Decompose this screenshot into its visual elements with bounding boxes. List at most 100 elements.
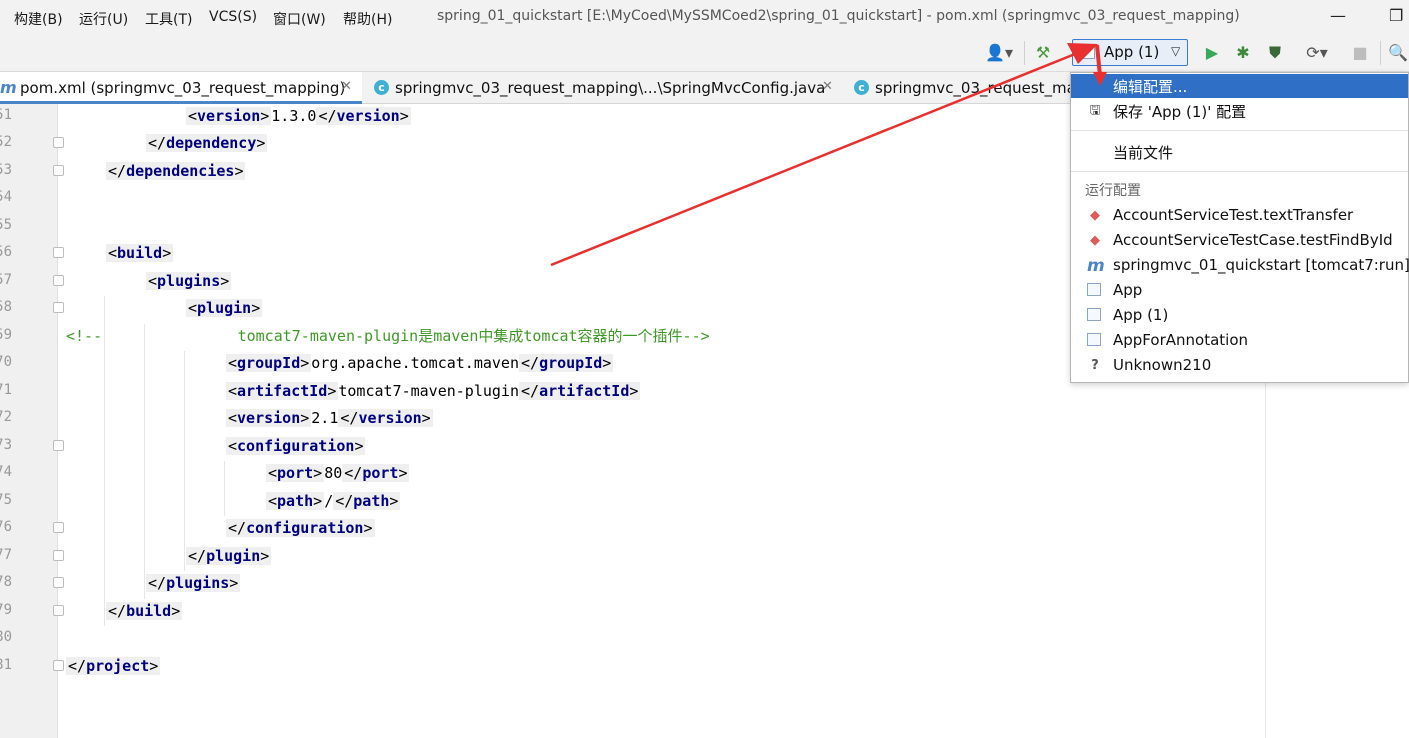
run-config-dropdown: 编辑配置... 🖫 保存 'App (1)' 配置 当前文件 运行配置 ◆ Ac… [1070,72,1409,383]
toolbar-separator [1380,41,1381,65]
edit-configurations-item[interactable]: 编辑配置... [1071,74,1408,98]
application-icon [1087,283,1101,296]
save-configuration-item[interactable]: 🖫 保存 'App (1)' 配置 [1071,99,1408,123]
indent-guide [224,461,225,516]
tab-label: pom.xml (springmvc_03_request_mapping) [20,79,346,97]
code-line: </configuration> [226,519,375,537]
run-icon[interactable]: ▶ [1202,43,1222,63]
config-item[interactable]: App (1) [1071,304,1408,328]
menu-vcs[interactable]: VCS(S) [209,9,257,25]
run-config-combo[interactable]: App (1) ▽ [1072,39,1188,66]
fold-marker-icon[interactable] [53,302,64,313]
line-number: 55 [0,217,12,233]
toolbar-separator [1024,41,1025,65]
line-number: 75 [0,492,12,508]
fold-marker-icon[interactable] [53,577,64,588]
line-number: 70 [0,354,12,370]
application-icon [1079,46,1095,59]
fold-marker-icon[interactable] [53,137,64,148]
stop-icon[interactable]: ■ [1350,43,1370,63]
window-title: spring_01_quickstart [E:\MyCoed\MySSMCoe… [437,8,1240,24]
tab-label: springmvc_03_request_mapping [875,79,1076,97]
line-number: 74 [0,464,12,480]
build-hammer-icon[interactable]: ⚒ [1033,43,1053,63]
line-number: 77 [0,547,12,563]
class-icon: c [854,80,869,95]
line-number: 76 [0,519,12,535]
line-number: 52 [0,134,12,150]
menu-help[interactable]: 帮助(H) [343,9,392,29]
fold-marker-icon[interactable] [53,165,64,176]
config-item[interactable]: ◆ AccountServiceTest.textTransfer [1071,204,1408,228]
section-title: 运行配置 [1085,183,1141,199]
unknown-icon: ? [1091,358,1099,373]
code-line: </plugins> [146,574,241,592]
menu-window[interactable]: 窗口(W) [273,9,326,29]
code-line: <configuration> [226,437,366,455]
line-number: 53 [0,162,12,178]
line-number: 59 [0,327,12,343]
fold-marker-icon[interactable] [53,275,64,286]
line-number: 73 [0,437,12,453]
line-number: 58 [0,299,12,315]
current-file-item[interactable]: 当前文件 [1071,140,1408,164]
ide-window: 构建(B) 运行(U) 工具(T) VCS(S) 窗口(W) 帮助(H) spr… [0,0,1409,738]
toolbar: 👤▾ ⚒ App (1) ▽ ▶ ✱ ⛊ ⟳▾ ■ 🔍 [0,35,1409,72]
debug-icon[interactable]: ✱ [1233,43,1253,63]
menu-run[interactable]: 运行(U) [79,9,128,29]
line-gutter: 51 52 53 54 55 56 57 58 59 70 71 72 73 7… [0,104,64,738]
line-number: 79 [0,602,12,618]
code-line: <port> 80 </port> [266,464,410,482]
fold-marker-icon[interactable] [53,522,64,533]
tab-pom-xml[interactable]: m pom.xml (springmvc_03_request_mapping)… [0,72,362,104]
tab-springmvc-03[interactable]: c springmvc_03_request_mapping [846,72,1076,104]
fold-marker-icon[interactable] [53,247,64,258]
indent-guide [184,351,185,571]
code-line: <plugin> [186,299,263,317]
code-line: <build> [106,244,174,262]
test-icon: ◆ [1090,233,1100,248]
coverage-icon[interactable]: ⛊ [1265,43,1285,63]
line-number: 80 [0,629,12,645]
fold-marker-icon[interactable] [53,660,64,671]
fold-marker-icon[interactable] [53,440,64,451]
application-icon [1087,333,1101,346]
menu-build[interactable]: 构建(B) [14,9,63,29]
minimize-icon[interactable]: — [1330,6,1346,25]
profile-icon[interactable]: ⟳▾ [1297,43,1337,63]
line-number: 57 [0,272,12,288]
restore-icon[interactable]: ❐ [1389,6,1403,25]
config-item[interactable]: App [1071,279,1408,303]
menu-separator [1071,171,1408,172]
close-icon[interactable]: ✕ [341,79,352,94]
menu-tools[interactable]: 工具(T) [145,9,192,29]
code-line: <version> 1.3.0 </version> [186,107,411,125]
code-line: <path> / </path> [266,492,401,510]
code-line: </dependency> [146,134,268,152]
run-config-label: App (1) [1104,43,1160,61]
maven-icon: m [1087,256,1105,276]
config-item[interactable]: AppForAnnotation [1071,329,1408,353]
code-line: <groupId> org.apache.tomcat.maven </groupI… [226,354,614,372]
code-line: <plugins> [146,272,232,290]
code-line: <artifactId> tomcat7-maven-plugin </artifa… [226,382,641,400]
code-line: </dependencies> [106,162,246,180]
user-icon[interactable]: 👤▾ [983,43,1015,63]
code-line: </project> [66,657,161,675]
config-item[interactable]: ? Unknown210 [1071,354,1408,378]
menu-separator [1071,130,1408,131]
fold-marker-icon[interactable] [53,550,64,561]
config-item[interactable]: ◆ AccountServiceTestCase.testFindById [1071,229,1408,253]
class-icon: c [374,80,389,95]
tab-springmvcconfig[interactable]: c springmvc_03_request_mapping\...\Sprin… [366,72,842,104]
line-number: 71 [0,382,12,398]
fold-marker-icon[interactable] [53,605,64,616]
line-number: 51 [0,107,12,123]
line-number: 72 [0,409,12,425]
code-comment: <!-- tomcat7-maven-plugin是maven中集成tomcat… [66,327,710,345]
close-icon[interactable]: ✕ [822,79,833,94]
indent-guide [144,324,145,599]
chevron-down-icon: ▽ [1171,44,1181,58]
config-item[interactable]: m springmvc_01_quickstart [tomcat7:run] [1071,254,1409,278]
search-icon[interactable]: 🔍 [1388,43,1408,63]
